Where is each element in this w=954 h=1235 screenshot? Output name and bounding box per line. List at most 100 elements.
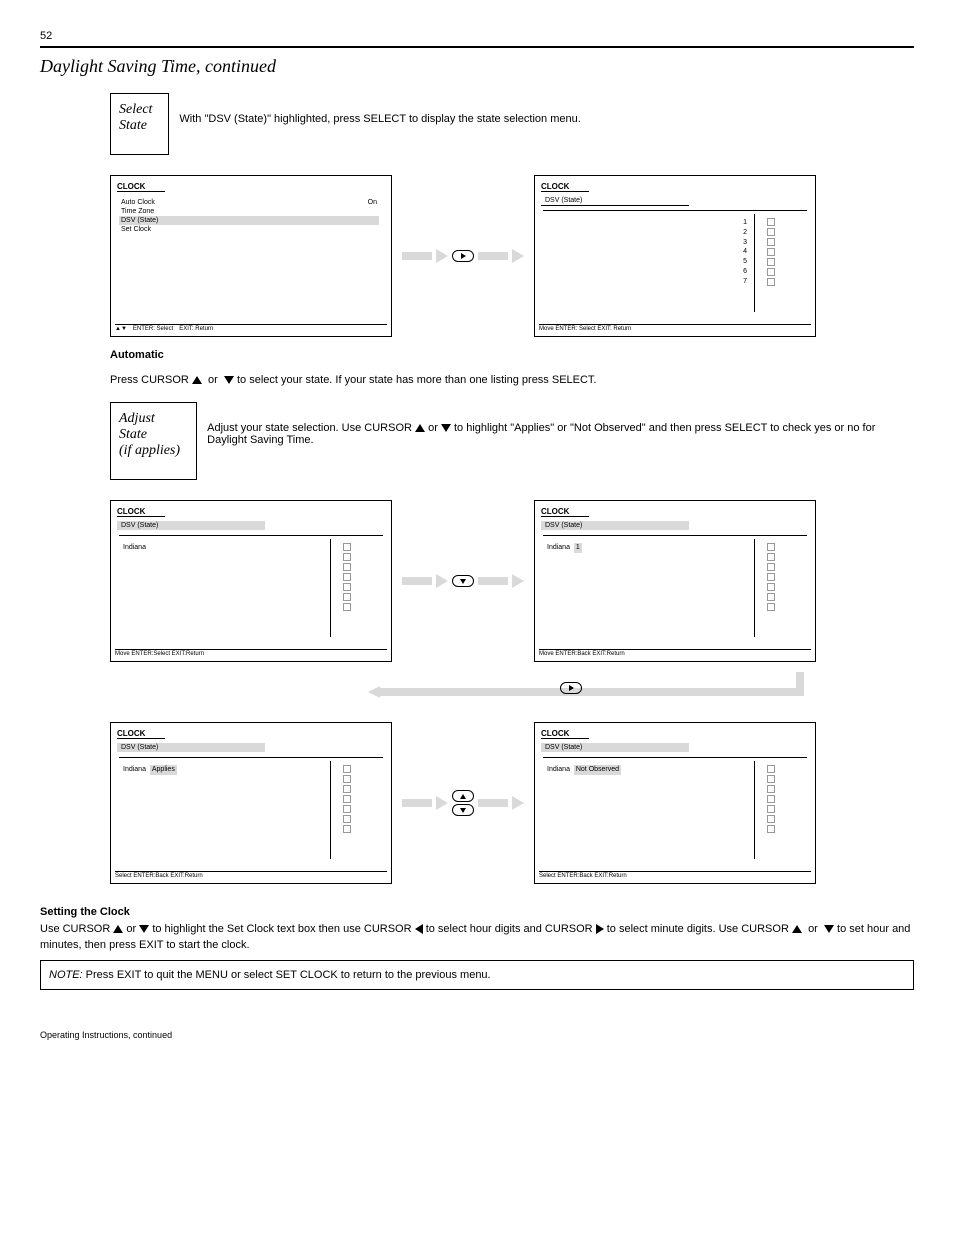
num: 7 (743, 277, 747, 287)
badge-line1: Select (119, 102, 152, 118)
tab: CLOCK (541, 729, 589, 739)
adjust-state-desc: Adjust your state selection. Use CURSOR … (207, 422, 914, 446)
select-state-desc: With "DSV (State)" highlighted, press SE… (179, 113, 580, 125)
text: to select your state. If your state has … (237, 374, 597, 386)
menu-item: Time Zone (119, 207, 379, 216)
screen-c: CLOCK DSV (State) Indiana Applies Select… (110, 722, 392, 884)
row-text: Indiana (547, 544, 570, 551)
screen-state-list: CLOCK DSV (State) 1 2 3 4 5 6 7 Move ENT… (534, 175, 816, 337)
select-state-badge: Select State (110, 93, 169, 155)
tab: CLOCK (117, 729, 165, 739)
subtab: DSV (State) (117, 743, 265, 752)
num: 6 (743, 267, 747, 277)
row-text: Indiana (123, 766, 146, 773)
subtab: DSV (State) (541, 521, 689, 530)
text: Use CURSOR (40, 923, 113, 935)
row-text: Indiana (123, 543, 146, 553)
step-automatic-text: Press CURSOR or to select your state. If… (110, 372, 914, 389)
subtab: DSV (State) (541, 743, 689, 752)
menu-item-selected: DSV (State) (119, 216, 379, 225)
screen-footer: ▲▼ ENTER: Select EXIT: Return (115, 324, 387, 332)
cursor-down-icon (824, 925, 834, 933)
num: 4 (743, 247, 747, 257)
select-right-icon (452, 250, 474, 262)
badge-line2: State (119, 118, 152, 134)
menu-label: Auto Clock (121, 199, 347, 206)
top-rule (40, 46, 914, 48)
menu-label: DSV (State) (121, 217, 377, 224)
text: to highlight the Set Clock text box then… (152, 923, 414, 935)
select-state-row: Select State With "DSV (State)" highligh… (110, 87, 914, 165)
footer-right: EXIT: Return (179, 326, 213, 332)
cursor-up-icon (113, 925, 123, 933)
cursor-up-icon (415, 424, 425, 432)
text: Press CURSOR (110, 374, 192, 386)
flow-arrow (402, 249, 524, 263)
text: to select hour digits and CURSOR (426, 923, 596, 935)
screens-row-3: CLOCK DSV (State) Indiana Applies Select… (110, 722, 914, 884)
subtab: DSV (State) (117, 521, 265, 530)
num: 5 (743, 257, 747, 267)
text: Adjust your state selection. Use CURSOR (207, 422, 415, 434)
step-automatic-heading: Automatic (110, 347, 914, 364)
note-box: NOTE: Press EXIT to quit the MENU or sel… (40, 960, 914, 991)
footer: Move ENTER:Select EXIT:Return (115, 651, 204, 657)
setting-clock-heading: Setting the Clock (40, 906, 130, 918)
num: 1 (743, 218, 747, 228)
highlight: 1 (574, 543, 582, 553)
footer-left: ▲▼ (115, 326, 127, 332)
num: 3 (743, 238, 747, 248)
flow-arrow (402, 574, 524, 588)
highlight: Not Observed (574, 765, 621, 775)
note-prefix: NOTE: (49, 969, 86, 981)
continued-label: Operating Instructions, continued (40, 1030, 914, 1040)
footer-mid: ENTER: Select (133, 326, 173, 332)
menu-item: Auto ClockOn (119, 198, 379, 207)
menu-val: On (347, 199, 377, 206)
screen-tab: CLOCK (117, 182, 165, 192)
cursor-up-icon (792, 925, 802, 933)
cursor-down-oval-icon (452, 575, 474, 587)
cursor-up-icon (192, 376, 202, 384)
select-right-oval-icon (560, 682, 582, 694)
num: 2 (743, 228, 747, 238)
menu-label: Set Clock (121, 226, 377, 233)
screen-a: CLOCK DSV (State) Indiana Move ENTER:Sel… (110, 500, 392, 662)
screen-subtab: DSV (State) (541, 196, 689, 206)
adjust-state-row: Adjust State (if applies) Adjust your st… (110, 396, 914, 490)
screen-tab: CLOCK (541, 182, 589, 192)
setting-clock-section: Setting the Clock Use CURSOR or to highl… (40, 904, 914, 990)
section-title: Daylight Saving Time, continued (40, 56, 914, 77)
screens-row-2: CLOCK DSV (State) Indiana Move ENTER:Sel… (110, 500, 914, 662)
badge-line1: Adjust State (119, 411, 180, 443)
cursor-up-oval-icon (452, 790, 474, 802)
adjust-state-badge: Adjust State (if applies) (110, 402, 197, 480)
badge-line2: (if applies) (119, 443, 180, 459)
cursor-down-icon (224, 376, 234, 384)
screens-row-1: CLOCK Auto ClockOn Time Zone DSV (State)… (110, 175, 914, 337)
screen-footer: Move ENTER: Select EXIT: Return (539, 324, 811, 332)
screen-b: CLOCK DSV (State) Indiana 1 Move ENTER:B… (534, 500, 816, 662)
screen-clock-menu: CLOCK Auto ClockOn Time Zone DSV (State)… (110, 175, 392, 337)
highlight: Applies (150, 765, 177, 775)
menu-label: Time Zone (121, 208, 377, 215)
row-text: Indiana (547, 766, 570, 773)
note-text: Press EXIT to quit the MENU or select SE… (86, 969, 491, 981)
footer-text: Move ENTER: Select EXIT: Return (539, 326, 631, 332)
flow-arrow (402, 790, 524, 816)
text: or (126, 923, 139, 935)
footer: Move ENTER:Back EXIT:Return (539, 651, 625, 657)
footer: Select ENTER:Back EXIT:Return (539, 873, 627, 879)
cursor-down-icon (139, 925, 149, 933)
flow-connector (180, 672, 880, 712)
num-col: 1 2 3 4 5 6 7 (743, 218, 747, 287)
text: to select minute digits. Use CURSOR (607, 923, 792, 935)
tab: CLOCK (117, 507, 165, 517)
cursor-right-icon (596, 924, 604, 934)
menu-item: Set Clock (119, 225, 379, 234)
cursor-left-icon (415, 924, 423, 934)
cursor-down-oval-icon (452, 804, 474, 816)
screen-d: CLOCK DSV (State) Indiana Not Observed S… (534, 722, 816, 884)
tab: CLOCK (541, 507, 589, 517)
cursor-down-icon (441, 424, 451, 432)
